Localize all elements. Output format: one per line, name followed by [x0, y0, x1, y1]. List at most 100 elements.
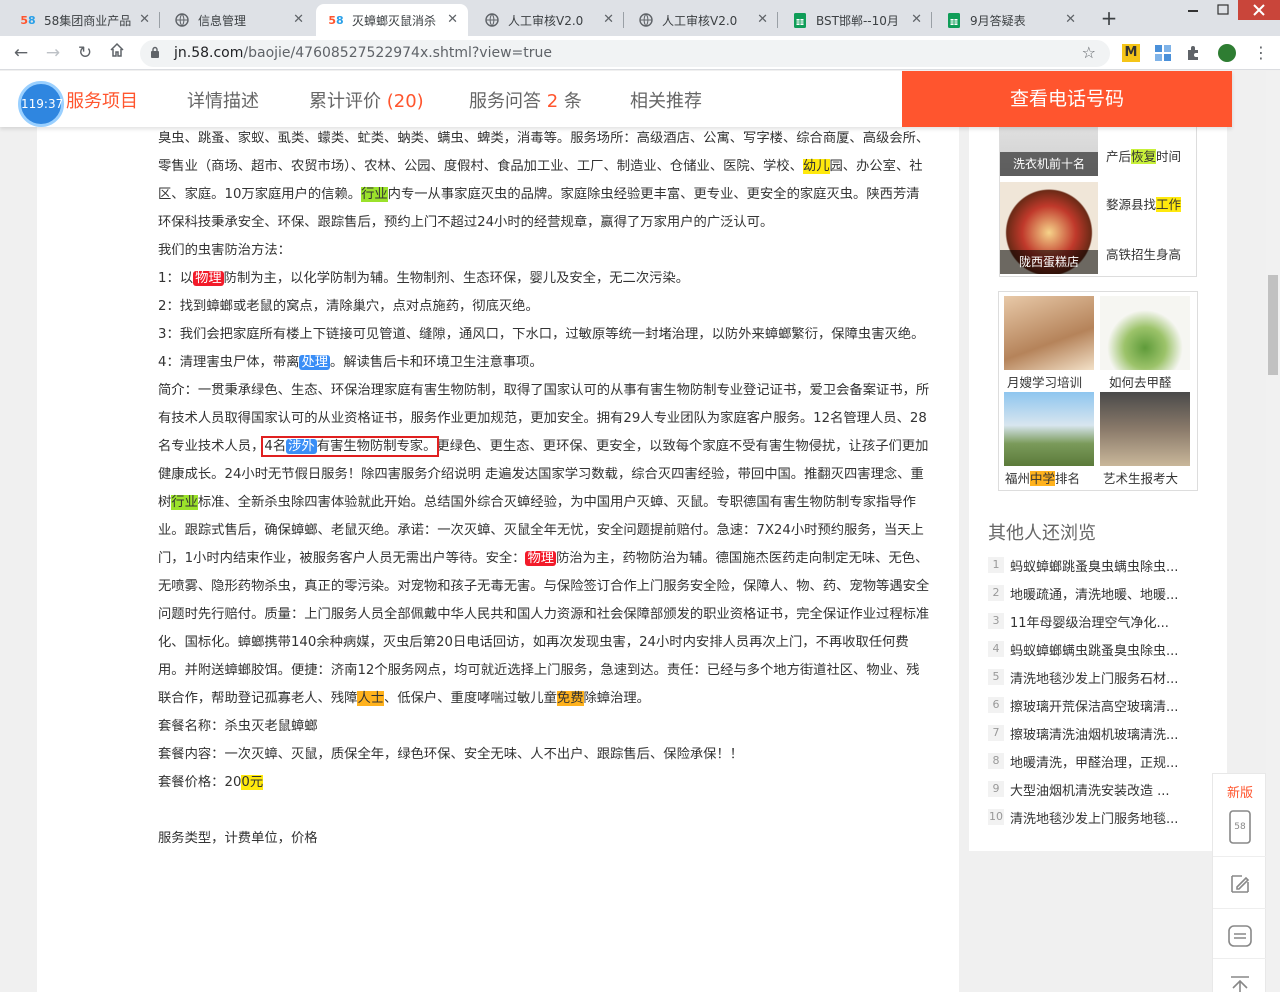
back-to-top-icon[interactable] [1213, 958, 1266, 992]
extensions-puzzle-icon[interactable] [1185, 44, 1203, 62]
tab-details[interactable]: 详情描述 [187, 87, 259, 113]
close-icon[interactable]: ✕ [911, 12, 922, 27]
ad-label[interactable]: 如何去甲醛 [1109, 372, 1172, 391]
highlight-box: 4名 涉外 有害生物防制专家。 [261, 436, 440, 457]
list-item[interactable]: 6 擦玻璃开荒保洁高空玻璃清... [988, 691, 1198, 719]
bookmark-star-icon[interactable]: ☆ [1082, 43, 1096, 62]
list-item-title[interactable]: 大型油烟机清洗安装改造 ... [1010, 780, 1170, 799]
ad-image[interactable] [1004, 392, 1094, 466]
ad-image[interactable]: 陇西蛋糕店 [1000, 182, 1098, 274]
view-phone-button[interactable]: 查看电话号码 [902, 71, 1232, 127]
list-item[interactable]: 1 蚂蚁蟑螂跳蚤臭虫螨虫除虫... [988, 551, 1198, 579]
list-item-number: 1 [988, 557, 1004, 573]
sheets-icon [792, 12, 808, 28]
tab-title: 人工审核V2.0 [508, 13, 584, 28]
list-item[interactable]: 8 地暖清洗，甲醛治理，正规... [988, 747, 1198, 775]
list-item-number: 9 [988, 781, 1004, 797]
list-item-title[interactable]: 擦玻璃开荒保洁高空玻璃清... [1010, 696, 1178, 715]
others-browsed-title: 其他人还浏览 [988, 523, 1096, 544]
new-tab-button[interactable]: + [1096, 6, 1122, 32]
list-item-title[interactable]: 地暖疏通，清洗地暖、地暖... [1010, 584, 1178, 603]
url-bar[interactable]: jn.58.com/baojie/47608527522974x.shtml?v… [140, 40, 1110, 67]
ad-text-link[interactable]: 高铁招生身高 [1106, 244, 1181, 263]
tab-reviews[interactable]: 累计评价 (20) [309, 87, 424, 113]
tab-qa[interactable]: 服务问答 2 条 [469, 87, 582, 113]
close-icon[interactable]: ✕ [293, 12, 304, 27]
list-item-title[interactable]: 地暖清洗，甲醛治理，正规... [1010, 752, 1178, 771]
browser-tab[interactable]: BST邯郸--10月 ✕ [780, 4, 932, 36]
page-scrollbar[interactable] [1266, 71, 1280, 992]
close-window-button[interactable] [1238, 0, 1280, 20]
minimize-button[interactable] [1178, 0, 1208, 20]
tab-title: 人工审核V2.0 [662, 13, 738, 28]
home-icon[interactable] [106, 42, 128, 64]
list-item[interactable]: 9 大型油烟机清洗安装改造 ... [988, 775, 1198, 803]
forward-icon[interactable]: → [42, 42, 64, 64]
ad-label[interactable]: 福州中学排名 [1005, 468, 1080, 487]
ad-label[interactable]: 月嫂学习培训 [1007, 372, 1082, 391]
method-3: 3：我们会把家庭所有楼上下链接可见管道、缝隙，通风口，下水口，过敏原等统一封堵治… [158, 327, 925, 342]
new-version-label[interactable]: 新版 [1213, 782, 1266, 801]
method-2: 2：找到蟑螂或老鼠的窝点，清除巢穴，点对点施药，彻底灭绝。 [158, 299, 539, 314]
floating-toolbar: 新版 58 [1212, 773, 1266, 992]
browser-tab[interactable]: 信息管理 ✕ [162, 4, 314, 36]
edit-icon[interactable] [1213, 856, 1266, 910]
tab-divider [623, 12, 624, 28]
close-icon[interactable]: ✕ [447, 12, 458, 27]
menu-dots-icon[interactable]: ⋮ [1252, 44, 1270, 62]
list-item[interactable]: 2 地暖疏通，清洗地暖、地暖... [988, 579, 1198, 607]
browser-tab[interactable]: 人工审核V2.0 ✕ [626, 4, 778, 36]
browser-tab[interactable]: 9月答疑表 ✕ [934, 4, 1086, 36]
list-item[interactable]: 3 11年母婴级治理空气净化... [988, 607, 1198, 635]
globe-icon [638, 12, 654, 28]
tab-service-items[interactable]: 服务项目 [66, 87, 138, 113]
ad-label[interactable]: 艺术生报考大 [1103, 468, 1178, 487]
url-text[interactable]: jn.58.com/baojie/47608527522974x.shtml?v… [174, 45, 552, 61]
list-item-number: 3 [988, 613, 1004, 629]
svg-text:58: 58 [1234, 822, 1246, 832]
list-item-number: 2 [988, 585, 1004, 601]
ad-image[interactable] [1100, 392, 1190, 466]
list-item-title[interactable]: 蚂蚁蟑螂跳蚤臭虫螨虫除虫... [1010, 556, 1178, 575]
tab-related[interactable]: 相关推荐 [630, 87, 702, 113]
chat-icon[interactable] [1213, 908, 1266, 962]
list-item[interactable]: 10 清洗地毯沙发上门服务地毯... [988, 803, 1198, 831]
list-item-title[interactable]: 清洗地毯沙发上门服务地毯... [1010, 808, 1178, 827]
list-item[interactable]: 4 蚂蚁蟑螂螨虫跳蚤臭虫除虫... [988, 635, 1198, 663]
list-item-title[interactable]: 11年母婴级治理空气净化... [1010, 612, 1169, 631]
list-item-title[interactable]: 擦玻璃清洗油烟机玻璃清洗... [1010, 724, 1178, 743]
close-icon[interactable]: ✕ [603, 12, 614, 27]
tab-divider [159, 12, 160, 28]
lock-icon[interactable] [150, 46, 160, 58]
phone-app-icon[interactable]: 58 [1213, 800, 1266, 854]
browser-tab-active[interactable]: 58 灭蟑螂灭鼠消杀 ✕ [316, 4, 468, 36]
58-logo-icon: 58 [328, 13, 344, 27]
extension-m-icon[interactable]: M [1122, 44, 1140, 62]
list-item[interactable]: 5 清洗地毯沙发上门服务石材... [988, 663, 1198, 691]
tab-divider [931, 12, 932, 28]
tab-divider [777, 12, 778, 28]
close-icon[interactable]: ✕ [757, 12, 768, 27]
scrollbar-thumb[interactable] [1268, 275, 1278, 375]
list-item-title[interactable]: 清洗地毯沙发上门服务石材... [1010, 668, 1178, 687]
browser-tab[interactable]: 人工审核V2.0 ✕ [472, 4, 624, 36]
ad-text-link[interactable]: 产后恢复时间 [1106, 146, 1181, 165]
tab-title: 信息管理 [198, 13, 247, 28]
reload-icon[interactable]: ↻ [74, 42, 96, 64]
list-item-number: 8 [988, 753, 1004, 769]
list-item[interactable]: 7 擦玻璃清洗油烟机玻璃清洗... [988, 719, 1198, 747]
ad-text-link[interactable]: 婺源县找工作 [1106, 194, 1182, 213]
close-icon[interactable]: ✕ [1065, 12, 1076, 27]
methods-title: 我们的虫害防治方法： [158, 243, 291, 258]
page-viewport: 臭虫、跳蚤、家蚁、虱类、蠓类、虻类、蚋类、螨虫、蜱类，消毒等。服务场所：高级酒店… [0, 71, 1266, 992]
ad-image[interactable] [1100, 296, 1190, 370]
close-icon[interactable]: ✕ [139, 12, 150, 27]
ad-image[interactable] [1004, 296, 1094, 370]
profile-avatar[interactable] [1218, 44, 1236, 62]
list-item-number: 7 [988, 725, 1004, 741]
extension-grid-icon[interactable] [1154, 44, 1172, 62]
maximize-button[interactable] [1208, 0, 1238, 20]
back-icon[interactable]: ← [10, 42, 32, 64]
list-item-title[interactable]: 蚂蚁蟑螂螨虫跳蚤臭虫除虫... [1010, 640, 1178, 659]
browser-tab[interactable]: 58 58集团商业产品 ✕ [8, 4, 160, 36]
